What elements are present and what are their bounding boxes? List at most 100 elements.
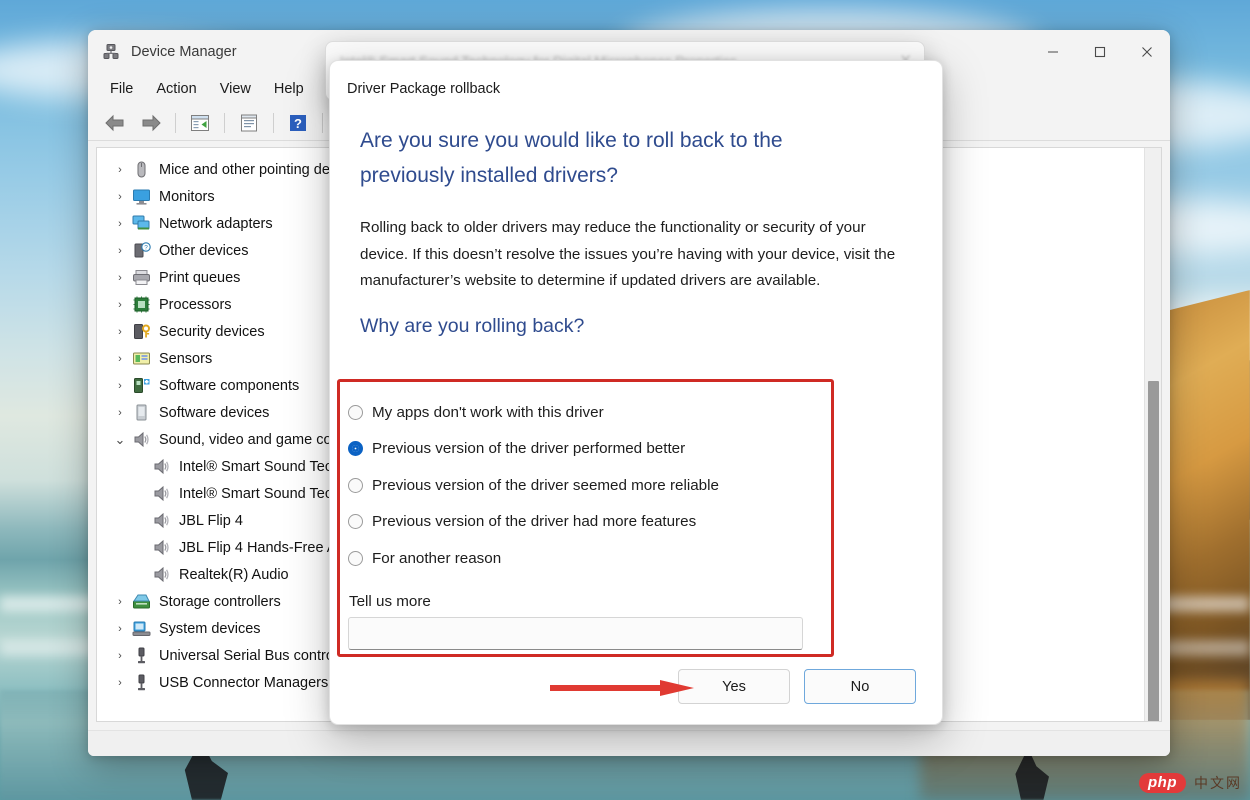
menu-item-view[interactable]: View (210, 77, 261, 101)
radio-option-label: For another reason (372, 549, 502, 567)
radio-button-selected[interactable] (348, 441, 363, 457)
rollback-dialog-title: Driver Package rollback (347, 81, 501, 97)
desktop-wallpaper: Device Manager File Action View Help ? ›… (0, 0, 1250, 800)
watermark-text: 中文网 (1194, 776, 1242, 792)
tell-us-more-label: Tell us more (349, 592, 431, 610)
radio-button[interactable] (348, 550, 363, 566)
radio-option-label: My apps don't work with this driver (372, 403, 604, 421)
speaker-icon (149, 538, 173, 557)
rollback-body-text: Rolling back to older drivers may reduce… (360, 219, 896, 289)
storage-icon (129, 592, 153, 611)
rollback-reason-group: My apps don't work with this driver Previ… (337, 379, 834, 657)
speaker-icon (149, 457, 173, 476)
forward-icon[interactable] (134, 109, 168, 137)
chevron-right-icon[interactable]: › (111, 650, 129, 662)
tree-item-label: Sensors (159, 350, 213, 367)
monitor-icon (129, 187, 153, 206)
help-icon[interactable]: ? (281, 109, 315, 137)
unknown-device-icon: ? (129, 241, 153, 260)
close-button[interactable] (1123, 30, 1170, 73)
security-icon (129, 322, 153, 341)
tree-item-label: Software devices (159, 404, 270, 421)
system-icon (129, 619, 153, 638)
radio-button[interactable] (348, 514, 363, 530)
tree-item-label: Storage controllers (159, 593, 281, 610)
mouse-icon (129, 160, 153, 179)
radio-option[interactable]: Previous version of the driver had more … (348, 504, 831, 541)
chevron-right-icon[interactable]: › (111, 380, 129, 392)
minimize-button[interactable] (1029, 30, 1076, 73)
chevron-right-icon[interactable]: › (111, 407, 129, 419)
tree-scrollbar[interactable] (1144, 148, 1161, 721)
tree-item-label: USB Connector Managers (159, 674, 329, 691)
properties-icon[interactable] (183, 109, 217, 137)
speaker-icon (129, 430, 153, 449)
tree-item-label: Realtek(R) Audio (179, 566, 289, 583)
tell-us-more-input[interactable] (348, 616, 803, 650)
window-title: Device Manager (131, 43, 237, 60)
update-driver-icon[interactable] (232, 109, 266, 137)
scrollbar-thumb[interactable] (1148, 381, 1159, 721)
status-bar (88, 730, 1170, 756)
driver-rollback-dialog: Driver Package rollback Are you sure you… (329, 60, 943, 725)
tree-item-label: Network adapters (159, 215, 273, 232)
tree-item-label: Other devices (159, 242, 249, 259)
speaker-icon (149, 511, 173, 530)
chevron-right-icon[interactable]: › (111, 353, 129, 365)
radio-option[interactable]: For another reason (348, 540, 831, 577)
back-icon[interactable] (98, 109, 132, 137)
radio-option-list: My apps don't work with this driver Previ… (348, 394, 831, 577)
tree-item-label: Processors (159, 296, 232, 313)
chevron-right-icon[interactable]: › (111, 191, 129, 203)
printer-icon (129, 268, 153, 287)
speaker-icon (149, 565, 173, 584)
toolbar-separator (322, 112, 323, 133)
rollback-heading: Are you sure you would like to roll back… (360, 129, 783, 187)
watermark: php 中文网 (1139, 773, 1242, 793)
chevron-right-icon[interactable]: › (111, 326, 129, 338)
menu-item-help[interactable]: Help (264, 77, 314, 101)
radio-button[interactable] (348, 404, 363, 420)
software-component-icon (129, 376, 153, 395)
chevron-right-icon[interactable]: › (111, 218, 129, 230)
usb-icon (129, 646, 153, 665)
chevron-right-icon[interactable]: › (111, 623, 129, 635)
chevron-right-icon[interactable]: › (111, 272, 129, 284)
chevron-right-icon[interactable]: › (111, 245, 129, 257)
svg-text:?: ? (294, 116, 302, 131)
sensor-icon (129, 349, 153, 368)
radio-option[interactable]: Previous version of the driver performed… (348, 431, 831, 468)
tree-item-label: Print queues (159, 269, 241, 286)
radio-option-label: Previous version of the driver performed… (372, 440, 686, 458)
radio-option-label: Previous version of the driver had more … (372, 513, 697, 531)
software-device-icon (129, 403, 153, 422)
rollback-subheading: Why are you rolling back? (360, 314, 585, 337)
radio-option[interactable]: My apps don't work with this driver (348, 394, 831, 431)
tree-item-label: JBL Flip 4 (179, 512, 243, 529)
network-icon (129, 214, 153, 233)
maximize-button[interactable] (1076, 30, 1123, 73)
svg-text:?: ? (144, 245, 148, 252)
annotation-arrow-icon (548, 679, 696, 697)
chevron-right-icon[interactable]: › (111, 164, 129, 176)
menu-item-action[interactable]: Action (146, 77, 206, 101)
device-manager-icon (102, 43, 120, 61)
tree-item-label: Security devices (159, 323, 265, 340)
menu-item-file[interactable]: File (100, 77, 143, 101)
chevron-down-icon[interactable]: ⌄ (111, 432, 129, 448)
toolbar-separator (273, 112, 274, 133)
toolbar-separator (175, 112, 176, 133)
tree-item-label: System devices (159, 620, 261, 637)
chevron-right-icon[interactable]: › (111, 596, 129, 608)
radio-option[interactable]: Previous version of the driver seemed mo… (348, 467, 831, 504)
processor-icon (129, 295, 153, 314)
usb-icon (129, 673, 153, 692)
chevron-right-icon[interactable]: › (111, 299, 129, 311)
no-button[interactable]: No (804, 669, 916, 704)
php-logo: php (1139, 773, 1186, 793)
toolbar-separator (224, 112, 225, 133)
speaker-icon (149, 484, 173, 503)
chevron-right-icon[interactable]: › (111, 677, 129, 689)
radio-button[interactable] (348, 477, 363, 493)
tree-item-label: Monitors (159, 188, 215, 205)
